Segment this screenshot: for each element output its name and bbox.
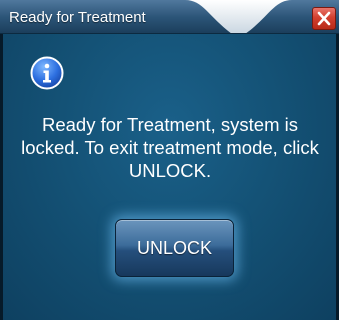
dialog-window: Ready for Treatment Ready for Treatment,…	[0, 0, 339, 320]
close-button[interactable]	[312, 7, 336, 30]
window-title: Ready for Treatment	[9, 9, 146, 26]
dialog-message: Ready for Treatment, system is locked. T…	[21, 114, 319, 181]
unlock-button[interactable]: UNLOCK	[115, 219, 234, 277]
title-bar[interactable]: Ready for Treatment	[0, 0, 339, 34]
close-icon	[317, 11, 331, 26]
info-icon	[30, 56, 64, 90]
